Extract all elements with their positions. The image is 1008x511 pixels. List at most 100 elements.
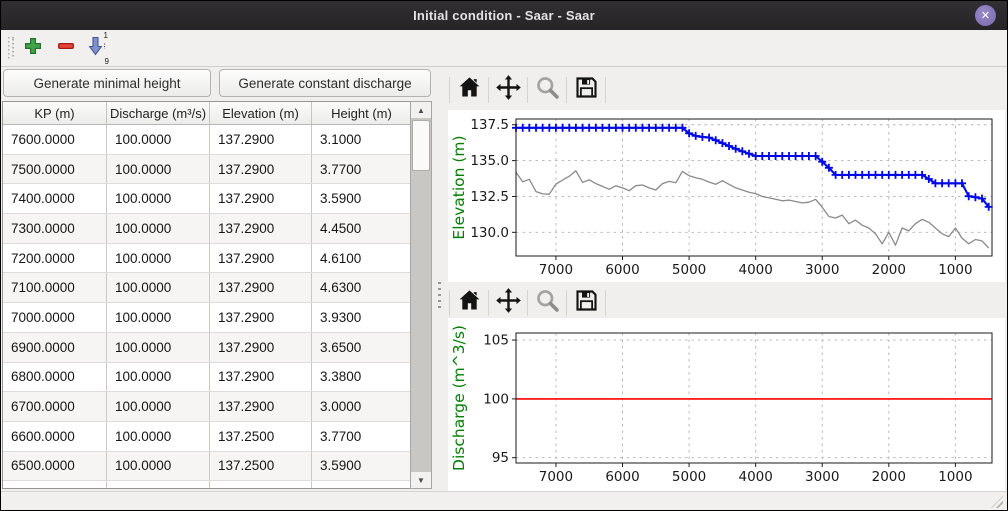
table-row[interactable]: 6900.0000100.0000137.29003.6500 [3,333,431,363]
table-row[interactable]: 6600.0000100.0000137.25003.7700 [3,422,431,452]
table-cell[interactable] [210,481,312,489]
table-cell[interactable] [312,481,411,489]
discharge-plot-figure[interactable]: 700060005000400030002000100010510095Disc… [448,318,1005,493]
svg-text:100: 100 [483,391,509,407]
table-cell[interactable]: 7200.0000 [3,244,107,273]
generate-constant-discharge-button[interactable]: Generate constant discharge [219,69,431,97]
table-row[interactable]: 7300.0000100.0000137.29004.4500 [3,214,431,244]
table-cell[interactable]: 137.2900 [210,273,312,302]
table-cell[interactable]: 100.0000 [107,333,210,362]
svg-text:1000: 1000 [938,469,972,485]
save-button[interactable] [569,287,603,319]
table-cell[interactable] [107,481,210,489]
table-cell[interactable]: 6500.0000 [3,452,107,481]
table-cell[interactable]: 7600.0000 [3,125,107,154]
table-cell[interactable]: 137.2900 [210,214,312,243]
table-cell[interactable]: 3.1000 [312,125,411,154]
pan-button[interactable] [491,74,525,106]
table-cell[interactable]: 100.0000 [107,303,210,332]
table-cell[interactable]: 6600.0000 [3,422,107,451]
table-cell[interactable]: 137.2900 [210,333,312,362]
table-cell[interactable] [3,481,107,489]
scroll-up-button[interactable]: ▲ [411,102,431,118]
svg-text:3000: 3000 [805,469,839,485]
table-cell[interactable]: 137.2900 [210,184,312,213]
table-cell[interactable]: 100.0000 [107,452,210,481]
pan-button[interactable] [491,287,525,319]
scrollbar-thumb[interactable] [412,120,430,171]
table-scrollbar[interactable]: ▲ ▼ [410,101,432,489]
table-cell[interactable]: 6800.0000 [3,363,107,392]
close-icon: ✕ [981,9,990,22]
table-cell[interactable]: 7500.0000 [3,155,107,184]
toolbar-drag-handle[interactable] [8,37,14,59]
table-cell[interactable]: 4.6100 [312,244,411,273]
table-row[interactable]: 7600.0000100.0000137.29003.1000 [3,125,431,155]
save-button[interactable] [569,74,603,106]
column-header-height[interactable]: Height (m) [312,102,411,124]
table-row[interactable]: 7500.0000100.0000137.29003.7700 [3,155,431,185]
svg-text:130.0: 130.0 [470,225,509,241]
table-cell[interactable]: 100.0000 [107,422,210,451]
table-cell[interactable]: 7400.0000 [3,184,107,213]
table-cell[interactable]: 137.2900 [210,303,312,332]
table-cell[interactable]: 100.0000 [107,214,210,243]
table-cell[interactable]: 137.2900 [210,363,312,392]
table-cell[interactable]: 6700.0000 [3,392,107,421]
table-cell[interactable]: 137.2500 [210,422,312,451]
column-header-discharge[interactable]: Discharge (m³/s) [107,102,210,124]
scroll-down-button[interactable]: ▼ [411,472,431,488]
vertical-splitter-handle[interactable] [438,282,441,308]
table-cell[interactable]: 4.6300 [312,273,411,302]
table-cell[interactable]: 3.5900 [312,184,411,213]
table-cell[interactable]: 100.0000 [107,363,210,392]
table-cell[interactable]: 3.6500 [312,333,411,362]
remove-row-button[interactable] [51,33,81,63]
zoom-button[interactable] [530,74,564,106]
table-row[interactable]: 6700.0000100.0000137.29003.0000 [3,392,431,422]
sort-rows-button[interactable]: 1 9 [83,33,113,63]
table-cell[interactable]: 7000.0000 [3,303,107,332]
table-cell[interactable]: 3.7700 [312,422,411,451]
table-cell[interactable]: 3.5900 [312,452,411,481]
table-cell[interactable]: 137.2900 [210,155,312,184]
titlebar[interactable]: Initial condition - Saar - Saar ✕ [1,1,1007,31]
column-header-kp[interactable]: KP (m) [3,102,107,124]
table-cell[interactable]: 3.9300 [312,303,411,332]
home-button[interactable] [452,74,486,106]
table-cell[interactable]: 100.0000 [107,244,210,273]
home-button[interactable] [452,287,486,319]
zoom-button[interactable] [530,287,564,319]
table-cell[interactable]: 100.0000 [107,155,210,184]
table-cell[interactable]: 100.0000 [107,184,210,213]
window-title: Initial condition - Saar - Saar [413,8,595,23]
elevation-plot-figure[interactable]: 7000600050004000300020001000137.5135.013… [448,110,1005,282]
table-row[interactable]: 6500.0000100.0000137.25003.5900 [3,452,431,482]
table-cell[interactable]: 7100.0000 [3,273,107,302]
table-cell[interactable]: 3.3800 [312,363,411,392]
table-cell[interactable]: 6900.0000 [3,333,107,362]
table-cell[interactable]: 137.2500 [210,452,312,481]
column-header-elevation[interactable]: Elevation (m) [210,102,312,124]
table-row[interactable]: 7200.0000100.0000137.29004.6100 [3,244,431,274]
table-body: 7600.0000100.0000137.29003.10007500.0000… [3,125,431,489]
generate-minimal-height-button[interactable]: Generate minimal height [3,69,211,97]
table-cell[interactable]: 3.0000 [312,392,411,421]
close-button[interactable]: ✕ [975,5,996,26]
table-row[interactable]: 7400.0000100.0000137.29003.5900 [3,184,431,214]
resize-grip[interactable] [991,496,1003,508]
table-cell[interactable]: 137.2900 [210,125,312,154]
table-row[interactable]: 7100.0000100.0000137.29004.6300 [3,273,431,303]
table-cell[interactable]: 3.7700 [312,155,411,184]
table-cell[interactable]: 4.4500 [312,214,411,243]
table-cell[interactable]: 100.0000 [107,273,210,302]
table-cell[interactable]: 7300.0000 [3,214,107,243]
table-cell[interactable]: 137.2900 [210,392,312,421]
table-row[interactable]: 6800.0000100.0000137.29003.3800 [3,363,431,393]
add-row-button[interactable] [18,33,48,63]
table-cell[interactable]: 137.2900 [210,244,312,273]
table-row[interactable] [3,481,431,489]
table-row[interactable]: 7000.0000100.0000137.29003.9300 [3,303,431,333]
table-cell[interactable]: 100.0000 [107,125,210,154]
table-cell[interactable]: 100.0000 [107,392,210,421]
